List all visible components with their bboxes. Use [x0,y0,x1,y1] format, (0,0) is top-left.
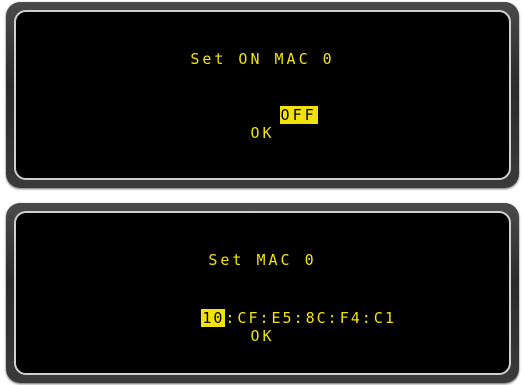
mac-separator: : [293,309,306,327]
mac-octet-2[interactable]: CF [237,309,259,327]
ok-button[interactable]: OK [16,124,509,142]
lcd-screen-bottom: Set MAC 0 10:CF:E5:8C:F4:C1 OK [14,211,511,375]
screen-title: Set MAC 0 [208,251,317,269]
mac-octet-4[interactable]: 8C [306,309,328,327]
lcd-panel-bottom: Set MAC 0 10:CF:E5:8C:F4:C1 OK [6,203,519,383]
on-off-selector[interactable]: OFF [279,106,318,124]
mac-octet-6[interactable]: C1 [374,309,396,327]
mac-separator: : [225,309,238,327]
mac-octet-1[interactable]: 10 [201,309,226,327]
ok-button[interactable]: OK [16,327,509,345]
mac-separator: : [327,309,340,327]
screen-title: Set ON MAC 0 [190,50,335,68]
lcd-screen-top: Set ON MAC 0 OFF OK [14,10,511,180]
lcd-panel-top: Set ON MAC 0 OFF OK [6,2,519,188]
mac-separator: : [259,309,272,327]
mac-octet-5[interactable]: F4 [340,309,362,327]
mac-octet-3[interactable]: E5 [272,309,294,327]
mac-separator: : [361,309,374,327]
